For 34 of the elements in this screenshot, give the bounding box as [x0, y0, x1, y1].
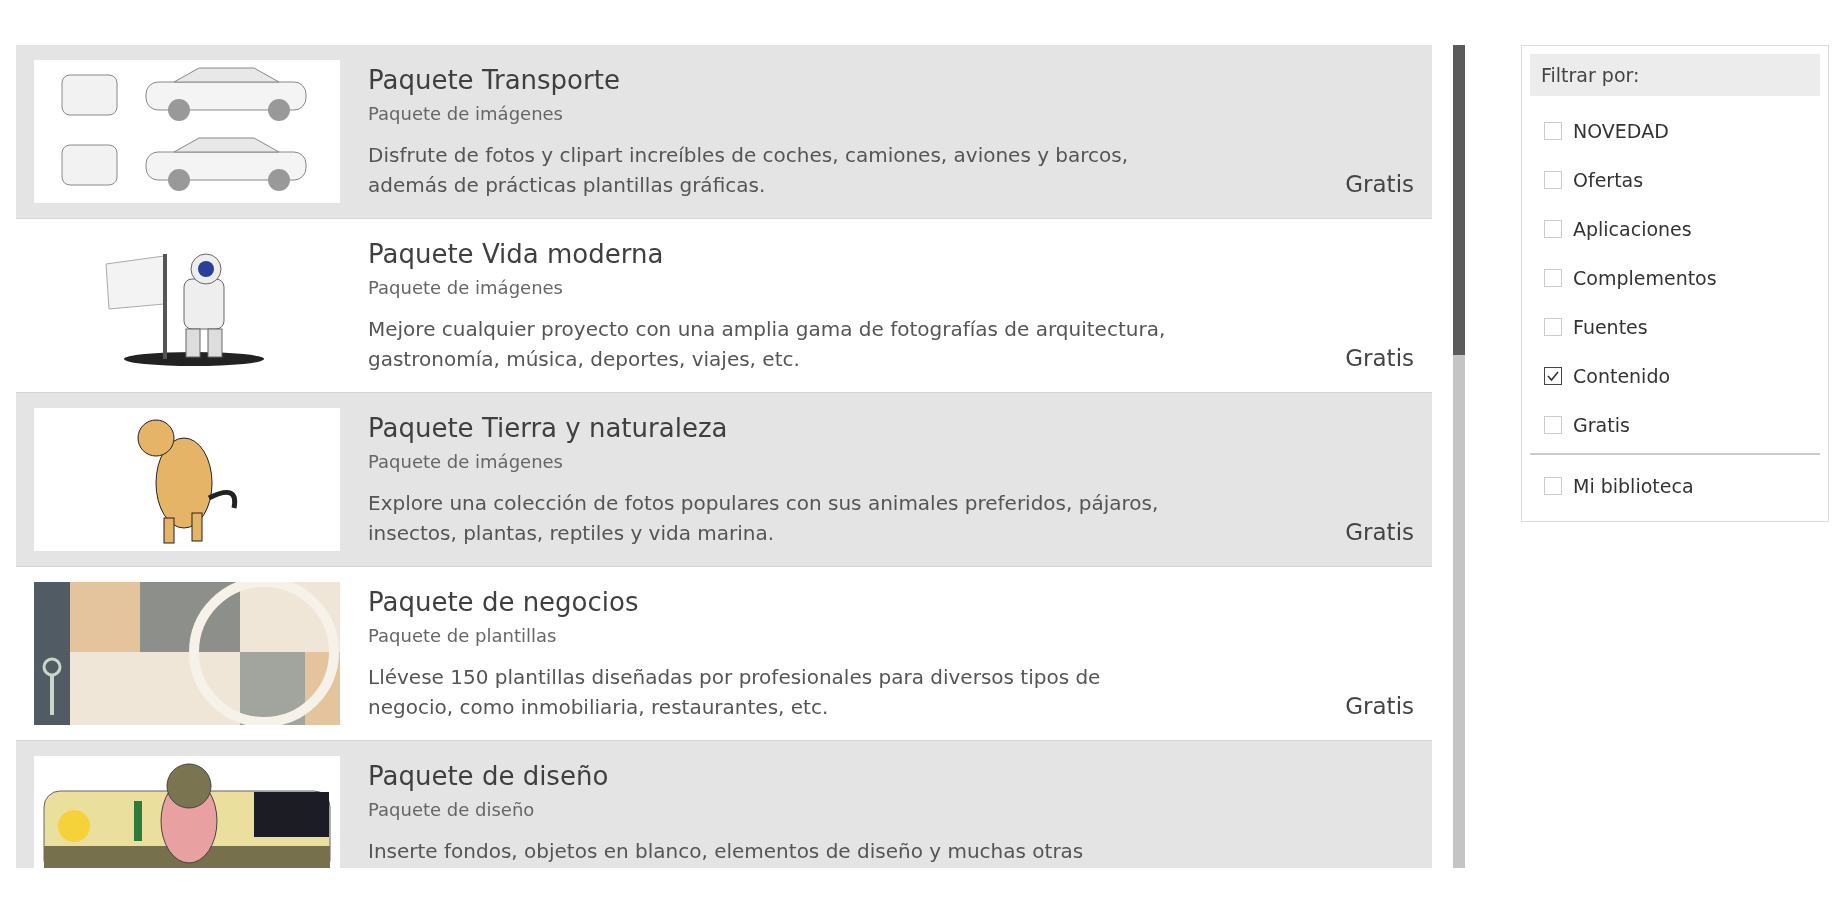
filter-option-label: Aplicaciones: [1573, 217, 1692, 240]
product-price: Gratis: [1345, 345, 1414, 371]
product-title: Paquete Vida moderna: [368, 238, 665, 270]
product-price: Gratis: [1345, 693, 1414, 719]
filter-option-label: NOVEDAD: [1573, 119, 1669, 142]
product-row[interactable]: Paquete Tierra y naturaleza Paquete de imágenes Explore una colección de fotos populares con sus animales preferidos, pájaros, insectos, plantas, reptiles y vida marina. Gratis: [16, 393, 1432, 567]
scrollbar[interactable]: [1453, 45, 1465, 868]
product-description: Explore una colección de fotos populares con sus animales preferidos, pájaros, insectos, plantas, reptiles y vida marina.: [368, 490, 1160, 547]
product-type: Paquete de diseño: [368, 798, 536, 822]
product-price: Gratis: [1345, 519, 1414, 545]
product-title: Paquete Transporte: [368, 64, 621, 96]
product-description: Inserte fondos, objetos en blanco, elementos de diseño y muchas otras: [368, 838, 1085, 865]
filter-title: Filtrar por:: [1530, 54, 1820, 96]
product-description: Mejore cualquier proyecto con una amplia gama de fotografías de arquitectura, gastronomía, música, deportes, viajes, etc.: [368, 316, 1167, 373]
scrollbar-thumb[interactable]: [1453, 45, 1465, 355]
filter-option-label: Contenido: [1573, 364, 1671, 387]
product-type: Paquete de imágenes: [368, 276, 564, 300]
product-title: Paquete Tierra y naturaleza: [368, 412, 729, 444]
product-type: Paquete de plantillas: [368, 624, 558, 648]
product-description: Llévese 150 plantillas diseñadas por profesionales para diversos tipos de negocio, como inmobiliaria, restaurantes, etc.: [368, 664, 1102, 721]
product-type: Paquete de imágenes: [368, 102, 564, 126]
checkbox[interactable]: [1544, 366, 1562, 385]
product-type: Paquete de imágenes: [368, 450, 564, 474]
filter-option-label: Fuentes: [1573, 315, 1648, 338]
product-title: Paquete de negocios: [368, 586, 640, 618]
filter-option-label: Gratis: [1573, 413, 1630, 436]
product-row[interactable]: Paquete Transporte Paquete de imágenes Disfrute de fotos y clipart increíbles de coches, camiones, aviones y barcos, además de prácticas plantillas gráficas. Gratis: [16, 45, 1432, 219]
filter-option-label: Mi biblioteca: [1573, 474, 1694, 497]
filter-option-label: Ofertas: [1573, 168, 1644, 191]
filter-option-label: Complementos: [1573, 266, 1717, 289]
product-row[interactable]: Paquete de diseño Paquete de diseño Inserte fondos, objetos en blanco, elementos de diseño y muchas otras: [16, 741, 1432, 868]
product-price: Gratis: [1345, 171, 1414, 197]
product-description: Disfrute de fotos y clipart increíbles de coches, camiones, aviones y barcos, además de prácticas plantillas gráficas.: [368, 142, 1130, 199]
product-title: Paquete de diseño: [368, 760, 610, 792]
